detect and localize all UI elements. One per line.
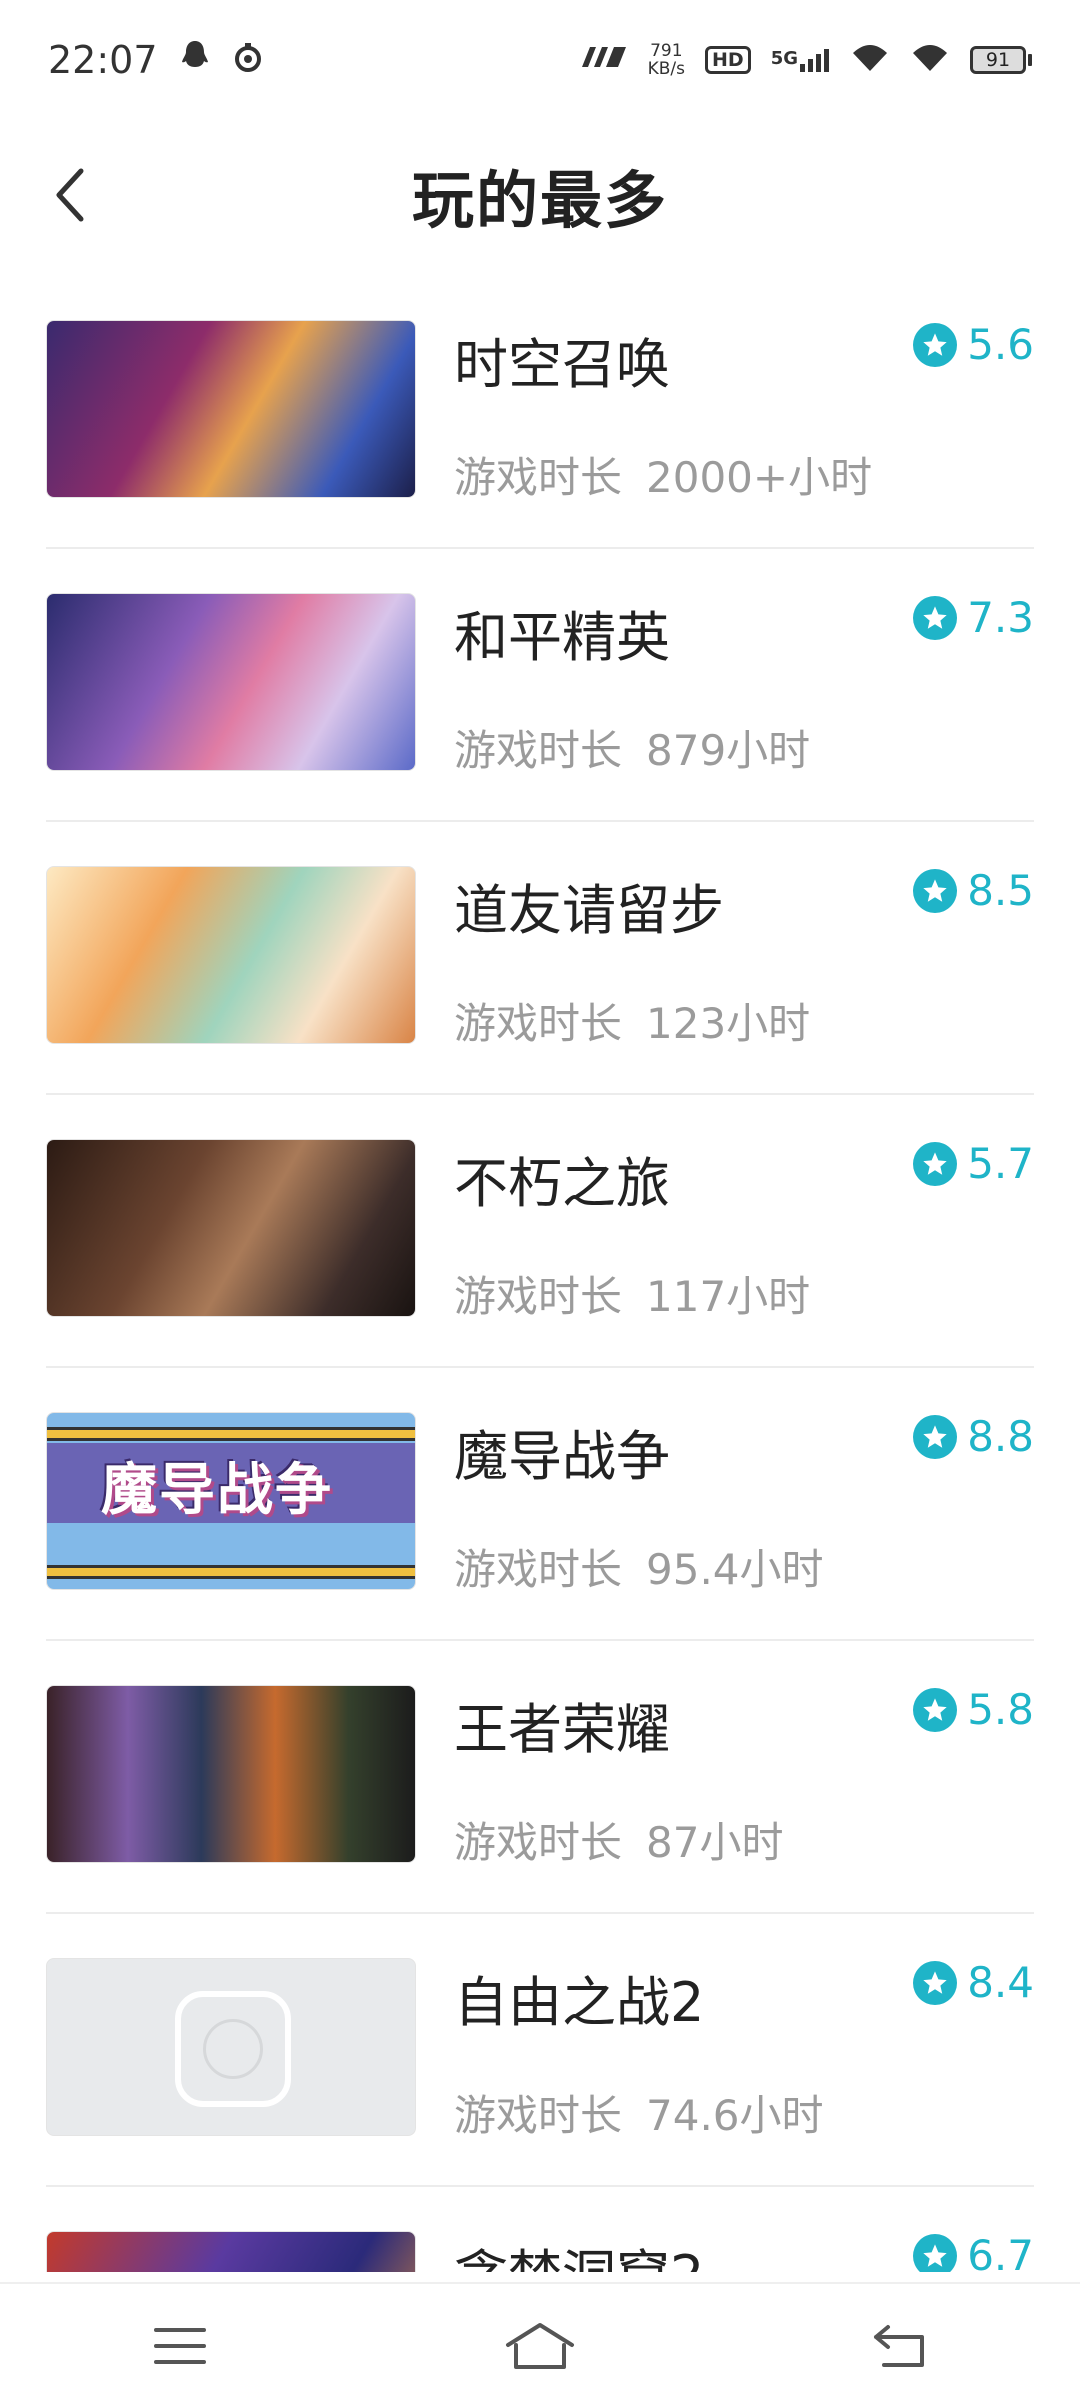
game-thumbnail[interactable] bbox=[46, 593, 416, 771]
status-bar: 22:07 791 KB/s HD 5G 91 bbox=[0, 0, 1080, 120]
status-time: 22:07 bbox=[48, 38, 158, 82]
menu-button[interactable] bbox=[125, 2301, 235, 2391]
star-icon bbox=[913, 1414, 958, 1459]
rating-value: 8.4 bbox=[967, 1958, 1034, 2007]
rating: 5.6 bbox=[913, 320, 1034, 369]
speed-value: 791 bbox=[650, 41, 683, 61]
signal-icon: 5G bbox=[771, 48, 830, 72]
wifi-icon bbox=[910, 41, 950, 80]
list-item[interactable]: 魔导战争 魔导战争 游戏时长 95.4小时 8.8 bbox=[46, 1368, 1034, 1641]
playtime-label: 游戏时长 bbox=[454, 1272, 623, 1321]
home-icon bbox=[506, 2323, 574, 2369]
rating: 8.5 bbox=[913, 866, 1034, 915]
game-playtime: 游戏时长 123小时 bbox=[454, 990, 810, 1051]
star-icon bbox=[913, 1960, 958, 2005]
game-thumbnail-placeholder[interactable] bbox=[46, 1958, 416, 2136]
battery-icon: 91 bbox=[970, 46, 1032, 74]
playtime-label: 游戏时长 bbox=[454, 999, 623, 1048]
network-label: 5G bbox=[770, 48, 798, 69]
chevron-left-icon bbox=[56, 168, 84, 222]
back-button[interactable] bbox=[36, 160, 106, 230]
rating-value: 6.7 bbox=[967, 2231, 1034, 2272]
rating: 8.8 bbox=[913, 1412, 1034, 1461]
menu-icon bbox=[154, 2328, 206, 2364]
list-item[interactable]: 时空召唤 游戏时长 2000+小时 5.6 bbox=[46, 276, 1034, 549]
game-name: 王者荣耀 bbox=[454, 1698, 670, 1761]
playtime-value: 2000+小时 bbox=[646, 453, 873, 502]
playtime-label: 游戏时长 bbox=[454, 453, 623, 502]
playtime-label: 游戏时长 bbox=[454, 1818, 623, 1867]
game-thumbnail[interactable] bbox=[46, 2231, 416, 2272]
star-icon bbox=[913, 595, 958, 640]
game-name: 贪婪洞窟2 bbox=[454, 2231, 704, 2272]
game-name: 时空召唤 bbox=[454, 333, 670, 396]
playtime-label: 游戏时长 bbox=[454, 1545, 623, 1594]
game-playtime: 游戏时长 2000+小时 bbox=[454, 444, 872, 505]
header: 玩的最多 bbox=[0, 120, 1080, 270]
rating: 7.3 bbox=[913, 593, 1034, 642]
thumbnail-logo-text: 魔导战争 bbox=[101, 1458, 333, 1523]
playtime-value: 123小时 bbox=[646, 999, 811, 1048]
game-playtime: 游戏时长 87小时 bbox=[454, 1809, 783, 1870]
game-playtime: 游戏时长 879小时 bbox=[454, 717, 810, 778]
network-speed: 791 KB/s bbox=[648, 42, 685, 78]
playtime-value: 74.6小时 bbox=[646, 2091, 824, 2140]
game-name: 道友请留步 bbox=[454, 879, 724, 942]
wifi-plus-icon bbox=[850, 41, 890, 80]
qq-icon bbox=[180, 38, 210, 82]
game-name: 和平精英 bbox=[454, 606, 670, 669]
game-name: 不朽之旅 bbox=[454, 1152, 670, 1215]
list-item[interactable]: 贪婪洞窟2 6.7 bbox=[46, 2187, 1034, 2272]
carrier-logo-icon bbox=[580, 45, 628, 76]
back-nav-button[interactable] bbox=[845, 2301, 955, 2391]
page: 22:07 791 KB/s HD 5G 91 玩的最多 时空召唤 游戏时长 2… bbox=[0, 0, 1080, 2408]
list-item[interactable]: 自由之战2 游戏时长 74.6小时 8.4 bbox=[46, 1914, 1034, 2187]
playtime-label: 游戏时长 bbox=[454, 2091, 623, 2140]
rating: 5.7 bbox=[913, 1139, 1034, 1188]
star-icon bbox=[913, 1141, 958, 1186]
game-name: 魔导战争 bbox=[454, 1425, 670, 1488]
star-icon bbox=[913, 2233, 958, 2272]
return-icon bbox=[874, 2325, 924, 2367]
playtime-value: 87小时 bbox=[646, 1818, 784, 1867]
game-playtime: 游戏时长 117小时 bbox=[454, 1263, 810, 1324]
list-item[interactable]: 和平精英 游戏时长 879小时 7.3 bbox=[46, 549, 1034, 822]
star-icon bbox=[913, 1687, 958, 1732]
star-icon bbox=[913, 322, 958, 367]
rating-value: 8.5 bbox=[967, 866, 1034, 915]
rating-value: 5.8 bbox=[967, 1685, 1034, 1734]
game-thumbnail[interactable]: 魔导战争 bbox=[46, 1412, 416, 1590]
rating-value: 8.8 bbox=[967, 1412, 1034, 1461]
image-placeholder-icon bbox=[175, 1991, 291, 2107]
page-title: 玩的最多 bbox=[411, 164, 668, 237]
rating-value: 5.6 bbox=[967, 320, 1034, 369]
rating-value: 7.3 bbox=[967, 593, 1034, 642]
playtime-value: 879小时 bbox=[646, 726, 811, 775]
battery-level: 91 bbox=[970, 46, 1026, 74]
game-list: 时空召唤 游戏时长 2000+小时 5.6 和平精英 游戏时长 879小时 7.3 bbox=[0, 276, 1080, 2272]
star-icon bbox=[913, 868, 958, 913]
game-playtime: 游戏时长 74.6小时 bbox=[454, 2082, 824, 2143]
timer-icon bbox=[232, 38, 264, 82]
game-playtime: 游戏时长 95.4小时 bbox=[454, 1536, 824, 1597]
game-thumbnail[interactable] bbox=[46, 1139, 416, 1317]
home-button[interactable] bbox=[485, 2301, 595, 2391]
speed-unit: KB/s bbox=[647, 59, 685, 79]
list-item[interactable]: 道友请留步 游戏时长 123小时 8.5 bbox=[46, 822, 1034, 1095]
hd-badge: HD bbox=[705, 46, 751, 74]
game-thumbnail[interactable] bbox=[46, 1685, 416, 1863]
game-name: 自由之战2 bbox=[454, 1971, 705, 2034]
rating: 5.8 bbox=[913, 1685, 1034, 1734]
game-thumbnail[interactable] bbox=[46, 320, 416, 498]
list-item[interactable]: 不朽之旅 游戏时长 117小时 5.7 bbox=[46, 1095, 1034, 1368]
rating-value: 5.7 bbox=[967, 1139, 1034, 1188]
system-nav-bar bbox=[0, 2282, 1080, 2408]
rating: 8.4 bbox=[913, 1958, 1034, 2007]
game-thumbnail[interactable] bbox=[46, 866, 416, 1044]
playtime-label: 游戏时长 bbox=[454, 726, 623, 775]
playtime-value: 95.4小时 bbox=[646, 1545, 824, 1594]
list-item[interactable]: 王者荣耀 游戏时长 87小时 5.8 bbox=[46, 1641, 1034, 1914]
playtime-value: 117小时 bbox=[646, 1272, 811, 1321]
rating: 6.7 bbox=[913, 2231, 1034, 2272]
